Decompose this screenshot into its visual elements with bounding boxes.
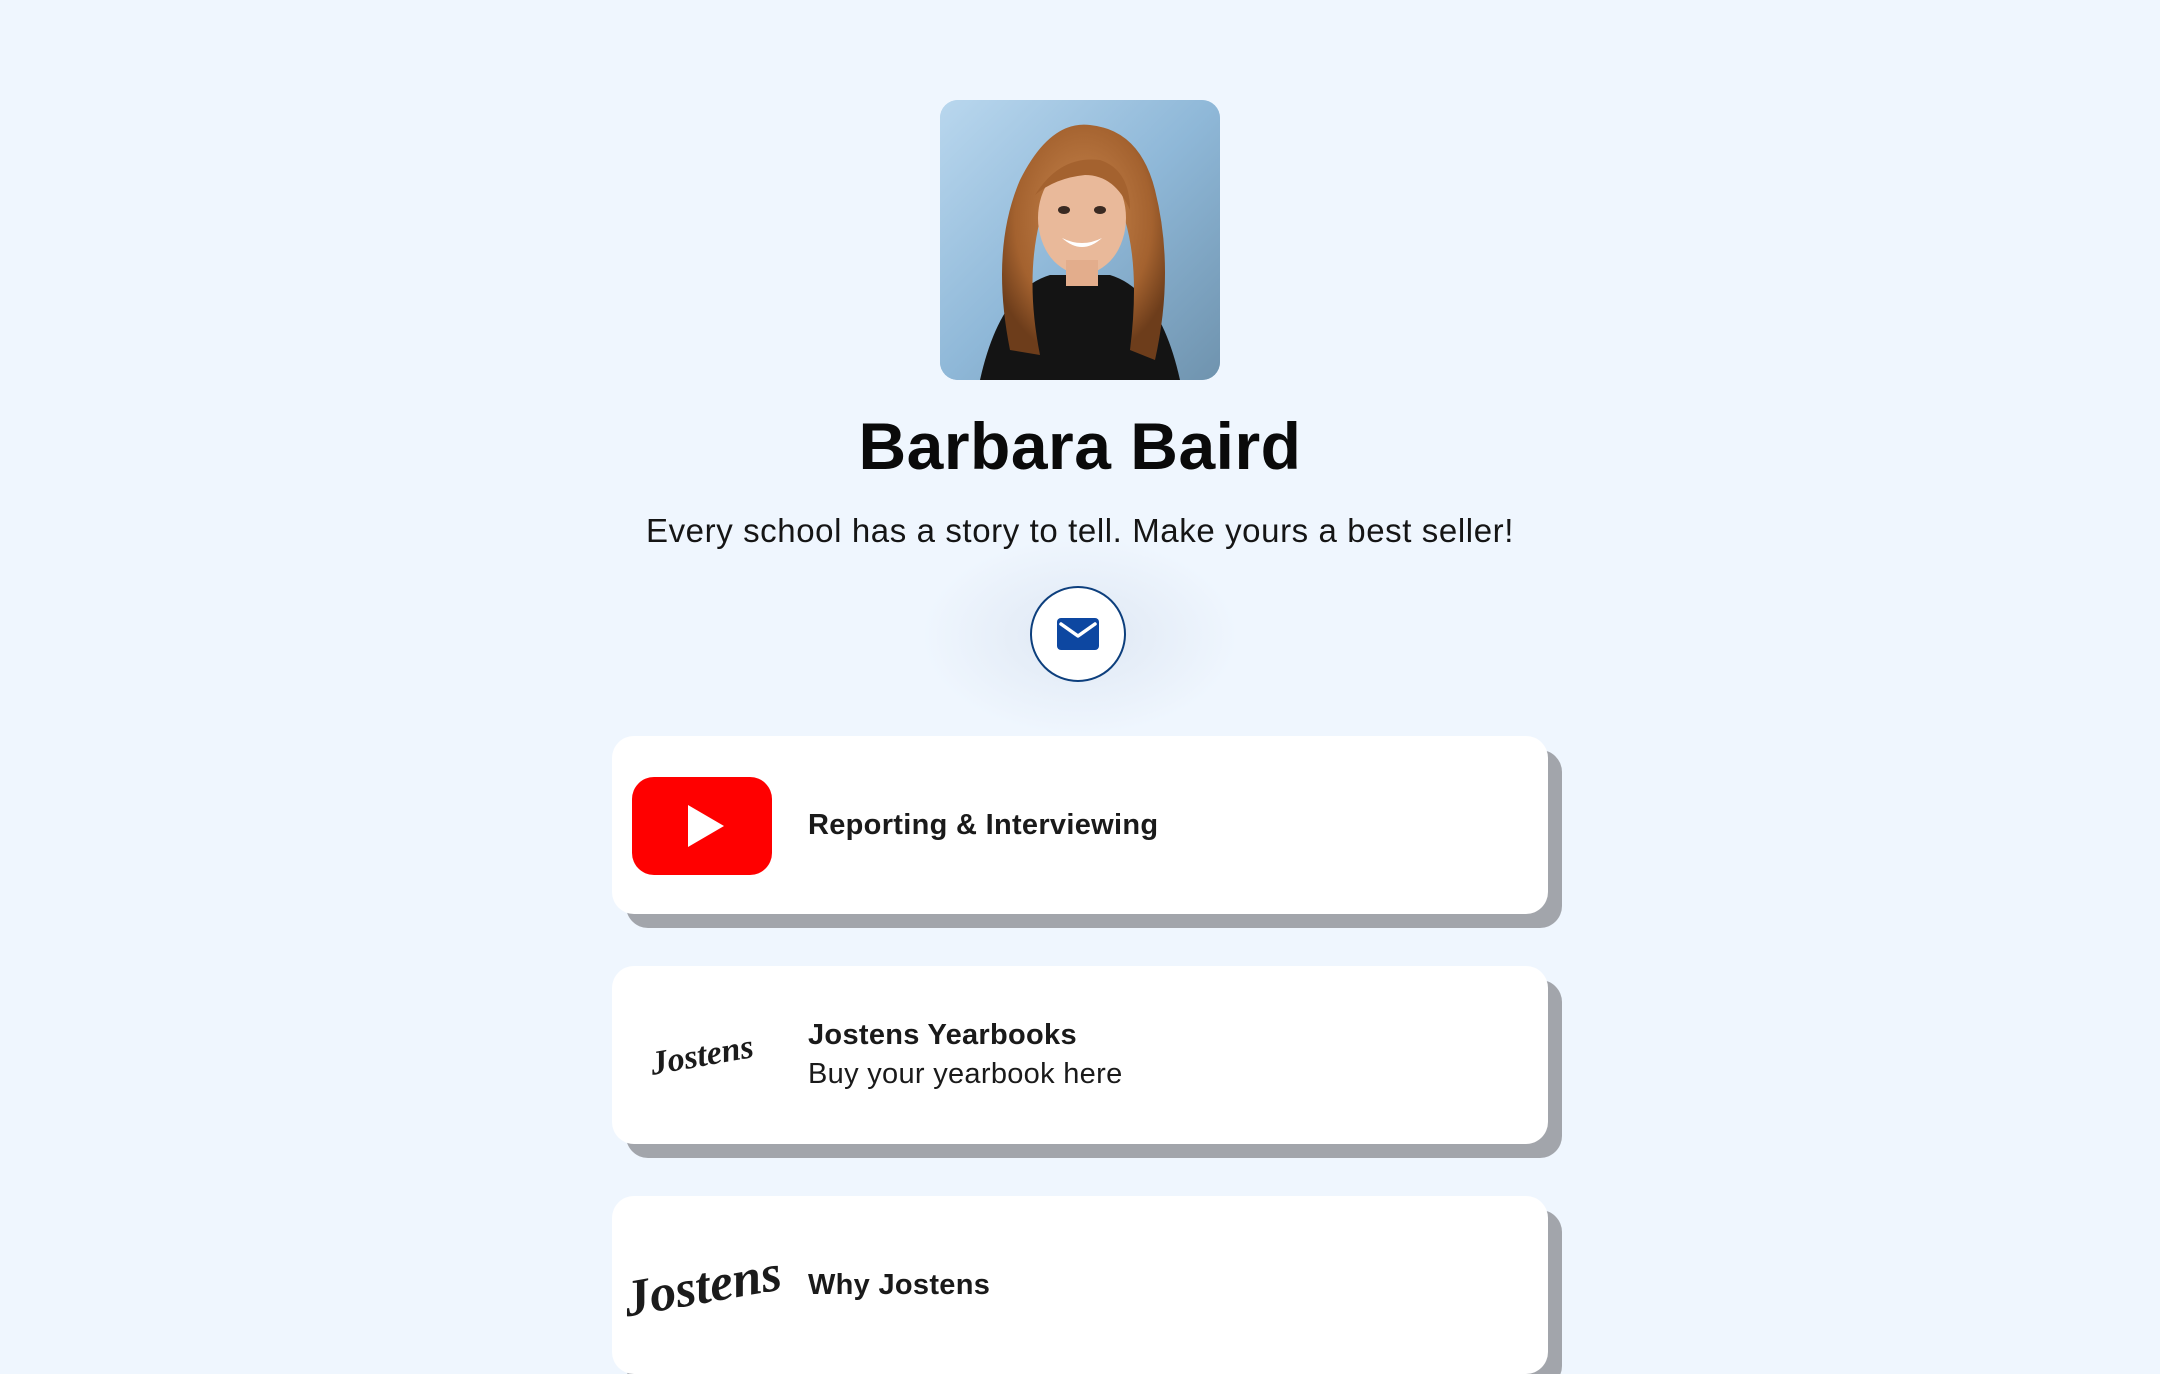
jostens-logo: Jostens bbox=[618, 1244, 786, 1328]
link-title: Why Jostens bbox=[808, 1268, 991, 1301]
link-text: Why Jostens bbox=[808, 1196, 990, 1374]
link-thumbnail: Jostens bbox=[619, 1216, 785, 1356]
avatar bbox=[940, 100, 1220, 380]
link-text: Jostens Yearbooks Buy your yearbook here bbox=[808, 966, 1123, 1144]
link-subtitle: Buy your yearbook here bbox=[808, 1058, 1123, 1090]
link-text: Reporting & Interviewing bbox=[808, 736, 1158, 914]
jostens-logo: Jostens bbox=[647, 1028, 757, 1083]
mail-icon bbox=[1057, 618, 1099, 650]
link-card-why-jostens[interactable]: Jostens Why Jostens bbox=[612, 1196, 1548, 1374]
link-title: Reporting & Interviewing bbox=[808, 808, 1159, 841]
link-thumbnail bbox=[632, 756, 772, 896]
profile-name: Barbara Baird bbox=[858, 409, 1302, 483]
link-thumbnail: Jostens bbox=[632, 986, 772, 1126]
avatar-photo bbox=[940, 100, 1220, 380]
youtube-icon bbox=[632, 777, 772, 875]
link-title: Jostens Yearbooks bbox=[808, 1019, 1077, 1051]
link-card-jostens-yearbooks[interactable]: Jostens Jostens Yearbooks Buy your yearb… bbox=[612, 966, 1548, 1144]
email-button[interactable] bbox=[1030, 586, 1126, 682]
link-card-reporting[interactable]: Reporting & Interviewing bbox=[612, 736, 1548, 914]
